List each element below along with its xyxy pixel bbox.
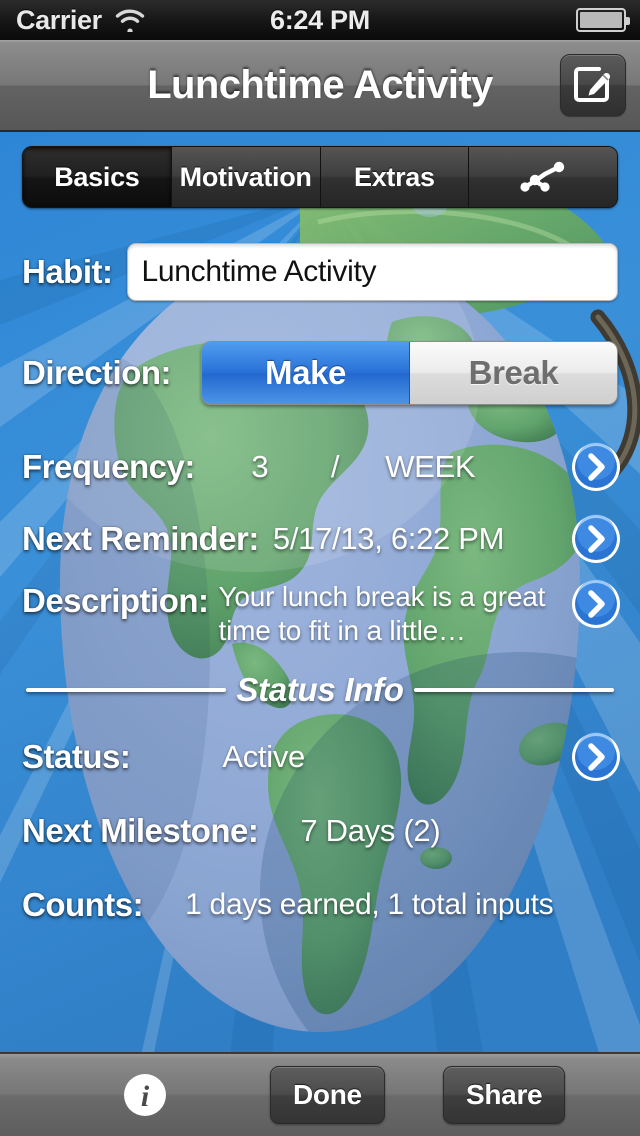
row-status[interactable]: Status: Active (0, 726, 640, 788)
line-chart-icon (520, 161, 565, 192)
tab-basics[interactable]: Basics (23, 147, 172, 207)
counts-label: Counts: (22, 886, 144, 923)
status-bar-left: Carrier (0, 5, 146, 36)
habit-input-value: Lunchtime Activity (141, 255, 377, 288)
counts-value: 1 days earned, 1 total inputs (185, 888, 554, 921)
description-disclosure-button[interactable] (570, 578, 622, 630)
direction-option-break[interactable]: Break (410, 342, 618, 404)
divider-right (413, 688, 615, 692)
status-info-header: Status Info (0, 668, 640, 712)
wifi-icon (115, 9, 144, 32)
row-description[interactable]: Description: Your lunch break is a great… (0, 578, 640, 656)
reminder-value: 5/17/13, 6:22 PM (272, 521, 505, 556)
battery-fill (580, 12, 622, 28)
direction-make-label: Make (265, 354, 346, 391)
row-direction: Direction: Make Break (0, 334, 640, 412)
tab-extras-label: Extras (353, 161, 435, 192)
share-button-label: Share (466, 1079, 543, 1110)
tab-motivation-label: Motivation (179, 161, 312, 192)
row-next-milestone: Next Milestone: 7 Days (2) (0, 800, 640, 862)
status-label: Status: (22, 738, 131, 775)
direction-segmented-control: Make Break (201, 341, 618, 405)
milestone-label: Next Milestone: (22, 812, 259, 849)
info-icon: i (141, 1080, 150, 1113)
frequency-count: 3 (251, 449, 269, 484)
carrier-label: Carrier (16, 4, 102, 35)
direction-break-label: Break (468, 354, 559, 391)
habit-input[interactable]: Lunchtime Activity (126, 243, 618, 301)
share-button[interactable]: Share (443, 1066, 566, 1124)
frequency-separator: / (330, 449, 340, 484)
direction-option-make[interactable]: Make (202, 342, 411, 404)
status-bar-right (576, 8, 630, 32)
tab-basics-label: Basics (54, 161, 140, 192)
reminder-label: Next Reminder: (22, 520, 259, 557)
page-title: Lunchtime Activity (147, 62, 493, 107)
edit-button[interactable] (560, 54, 626, 116)
app-screen: Carrier 6:24 PM Lunchtime Activity Basic… (0, 0, 640, 1136)
row-next-reminder[interactable]: Next Reminder: 5/17/13, 6:22 PM (0, 508, 640, 570)
tab-motivation[interactable]: Motivation (171, 147, 321, 207)
done-button-label: Done (293, 1079, 362, 1110)
tab-chart[interactable] (469, 147, 617, 207)
compose-icon (574, 67, 611, 102)
navigation-bar: Lunchtime Activity (0, 40, 640, 132)
habit-label: Habit: (22, 253, 113, 290)
battery-icon (576, 8, 630, 32)
done-button[interactable]: Done (270, 1066, 385, 1124)
direction-label: Direction: (22, 354, 172, 391)
row-frequency[interactable]: Frequency: 3 / WEEK (0, 436, 640, 498)
frequency-label: Frequency: (22, 448, 195, 485)
tab-bar: Basics Motivation Extras (22, 146, 618, 208)
tab-extras[interactable]: Extras (320, 147, 470, 207)
status-info-title: Status Info (236, 671, 404, 708)
frequency-disclosure-button[interactable] (570, 441, 622, 493)
status-disclosure-button[interactable] (570, 731, 622, 783)
milestone-value: 7 Days (2) (300, 813, 441, 848)
divider-left (26, 688, 227, 692)
row-counts: Counts: 1 days earned, 1 total inputs (0, 874, 640, 936)
status-bar: Carrier 6:24 PM (0, 0, 640, 40)
row-habit: Habit: Lunchtime Activity (0, 236, 640, 308)
description-label: Description: (22, 582, 209, 619)
description-value: Your lunch break is a great time to fit … (218, 581, 546, 646)
info-button[interactable]: i (118, 1068, 172, 1122)
reminder-disclosure-button[interactable] (570, 513, 622, 565)
status-value: Active (222, 739, 305, 774)
form-content: Habit: Lunchtime Activity Direction: Mak… (0, 222, 640, 936)
bottom-toolbar: i Done Share (0, 1052, 640, 1136)
frequency-unit: WEEK (385, 449, 476, 484)
